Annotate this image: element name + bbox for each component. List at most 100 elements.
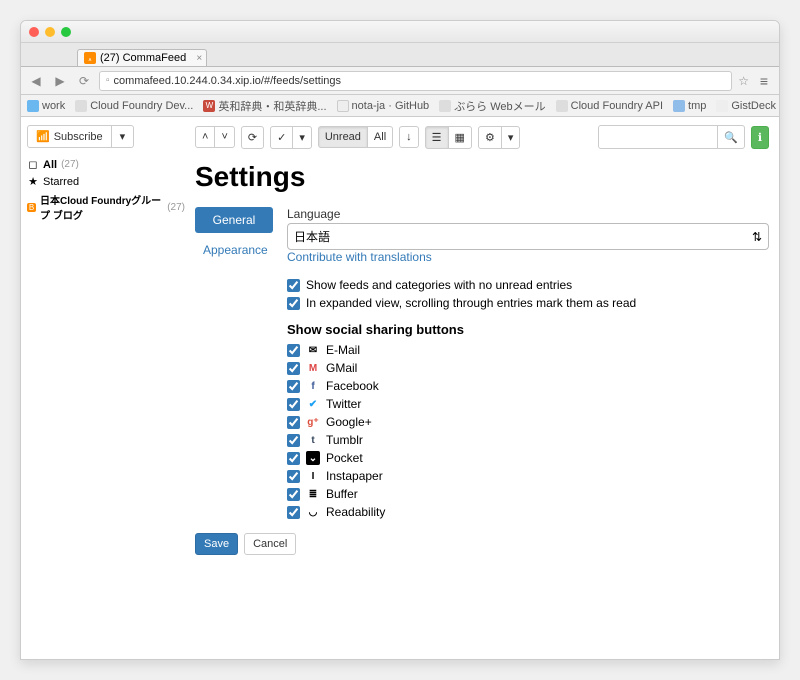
- view-grid-button[interactable]: ▦: [448, 126, 472, 149]
- rss-favicon-icon: ៱: [84, 52, 96, 64]
- toolbar: ˄ ˅ ⟳ ✓ ▾ Unread All ↓ ☰ ▦ ⚙: [195, 125, 769, 149]
- page-icon: ▫: [106, 75, 110, 86]
- language-select[interactable]: 日本語 ⇅: [287, 223, 769, 250]
- social-readability-checkbox[interactable]: [287, 506, 300, 519]
- buffer-icon: ≣: [306, 487, 320, 501]
- tab-title: (27) CommaFeed: [100, 52, 186, 64]
- address-row: ◀ ▶ ⟳ ▫ commafeed.10.244.0.34.xip.io/#/f…: [21, 67, 779, 95]
- close-tab-icon[interactable]: ×: [196, 53, 202, 64]
- social-buffer-checkbox[interactable]: [287, 488, 300, 501]
- bookmark-item[interactable]: work: [27, 100, 65, 112]
- search-input[interactable]: [598, 125, 718, 149]
- rss-icon: 📶: [36, 130, 50, 143]
- social-email-checkbox[interactable]: [287, 344, 300, 357]
- search-button[interactable]: 🔍: [717, 125, 745, 149]
- info-button[interactable]: ℹ: [751, 126, 769, 149]
- settings-panel: Language 日本語 ⇅ Contribute with translati…: [287, 207, 769, 555]
- subscribe-button[interactable]: 📶Subscribe: [27, 125, 112, 148]
- tumblr-icon: t: [306, 433, 320, 447]
- select-arrows-icon: ⇅: [752, 230, 762, 244]
- collapse-up-button[interactable]: ˄: [195, 126, 215, 148]
- browser-window: ៱ (27) CommaFeed × ◀ ▶ ⟳ ▫ commafeed.10.…: [20, 20, 780, 660]
- readability-icon: ◡: [306, 505, 320, 519]
- github-icon: [337, 100, 349, 112]
- bookmark-item[interactable]: W英和辞典・和英辞典...: [203, 98, 326, 114]
- page-icon: [556, 100, 568, 112]
- settings-tabs: General Appearance: [195, 207, 273, 555]
- twitter-icon: ✔: [306, 397, 320, 411]
- reload-icon[interactable]: ⟳: [75, 74, 93, 88]
- email-icon: ✉: [306, 343, 320, 357]
- settings-gear-button[interactable]: ⚙: [478, 126, 502, 149]
- browser-menu-icon[interactable]: ≡: [755, 73, 773, 89]
- bookmark-star-icon[interactable]: ☆: [738, 74, 749, 88]
- sidebar: 📶Subscribe ▾ ◻All(27) ★Starred B日本Cloud …: [21, 117, 191, 659]
- bookmark-item[interactable]: nota-ja · GitHub: [337, 100, 430, 112]
- traffic-lights: [29, 27, 71, 37]
- browser-tab[interactable]: ៱ (27) CommaFeed ×: [77, 49, 207, 66]
- app-content: 📶Subscribe ▾ ◻All(27) ★Starred B日本Cloud …: [21, 117, 779, 659]
- expanded-scroll-checkbox[interactable]: [287, 297, 300, 310]
- refresh-button[interactable]: ⟳: [241, 126, 264, 149]
- facebook-icon: f: [306, 379, 320, 393]
- view-list-button[interactable]: ☰: [425, 126, 449, 149]
- page-icon: [439, 100, 451, 112]
- subscribe-dropdown[interactable]: ▾: [111, 125, 135, 148]
- back-icon[interactable]: ◀: [27, 74, 45, 88]
- gmail-icon: M: [306, 361, 320, 375]
- page-icon: [716, 100, 728, 112]
- bookmark-item[interactable]: Cloud Foundry Dev...: [75, 100, 193, 112]
- save-button[interactable]: Save: [195, 533, 238, 555]
- bookmark-item[interactable]: tmp: [673, 100, 706, 112]
- tab-general[interactable]: General: [195, 207, 273, 233]
- googleplus-icon: g⁺: [306, 415, 320, 429]
- social-googleplus-checkbox[interactable]: [287, 416, 300, 429]
- settings-dropdown[interactable]: ▾: [501, 126, 521, 149]
- address-bar[interactable]: ▫ commafeed.10.244.0.34.xip.io/#/feeds/s…: [99, 71, 732, 91]
- feed-item[interactable]: B日本Cloud Foundryグループ ブログ(27): [27, 190, 185, 224]
- mark-read-dropdown[interactable]: ▾: [292, 126, 312, 149]
- page-title: Settings: [195, 161, 769, 193]
- instapaper-icon: I: [306, 469, 320, 483]
- show-feeds-checkbox[interactable]: [287, 279, 300, 292]
- pocket-icon: ⌄: [306, 451, 320, 465]
- social-facebook-checkbox[interactable]: [287, 380, 300, 393]
- contribute-link[interactable]: Contribute with translations: [287, 250, 432, 264]
- social-tumblr-checkbox[interactable]: [287, 434, 300, 447]
- expand-down-button[interactable]: ˅: [214, 126, 234, 148]
- mark-read-button[interactable]: ✓: [270, 126, 293, 149]
- sort-button[interactable]: ↓: [399, 126, 419, 148]
- titlebar: [21, 21, 779, 43]
- bookmark-item[interactable]: Cloud Foundry API: [556, 100, 663, 112]
- filter-unread-button[interactable]: Unread: [318, 126, 368, 148]
- social-twitter-checkbox[interactable]: [287, 398, 300, 411]
- social-pocket-checkbox[interactable]: [287, 452, 300, 465]
- bookmarks-bar: work Cloud Foundry Dev... W英和辞典・和英辞典... …: [21, 95, 779, 117]
- star-icon: ★: [27, 175, 39, 188]
- weblio-icon: W: [203, 100, 215, 112]
- feed-starred[interactable]: ★Starred: [27, 173, 185, 190]
- social-gmail-checkbox[interactable]: [287, 362, 300, 375]
- social-heading: Show social sharing buttons: [287, 322, 769, 337]
- browser-tabbar: ៱ (27) CommaFeed ×: [21, 43, 779, 67]
- bookmark-item[interactable]: GistDeck: [716, 100, 776, 112]
- url-text: commafeed.10.244.0.34.xip.io/#/feeds/set…: [114, 75, 341, 87]
- tab-appearance[interactable]: Appearance: [195, 237, 273, 263]
- bookmark-item[interactable]: ぶらら Webメール: [439, 98, 545, 114]
- zoom-window-icon[interactable]: [61, 27, 71, 37]
- blogger-icon: B: [27, 203, 36, 212]
- folder-icon: [27, 100, 39, 112]
- forward-icon[interactable]: ▶: [51, 74, 69, 88]
- subscribe-button-group: 📶Subscribe ▾: [27, 125, 134, 148]
- cancel-button[interactable]: Cancel: [244, 533, 296, 555]
- feed-list: ◻All(27) ★Starred B日本Cloud Foundryグループ ブ…: [27, 156, 185, 224]
- page-icon: [75, 100, 87, 112]
- main-panel: ˄ ˅ ⟳ ✓ ▾ Unread All ↓ ☰ ▦ ⚙: [191, 117, 779, 659]
- all-icon: ◻: [27, 158, 39, 171]
- language-label: Language: [287, 207, 769, 221]
- social-instapaper-checkbox[interactable]: [287, 470, 300, 483]
- feed-all[interactable]: ◻All(27): [27, 156, 185, 173]
- minimize-window-icon[interactable]: [45, 27, 55, 37]
- filter-all-button[interactable]: All: [367, 126, 393, 148]
- close-window-icon[interactable]: [29, 27, 39, 37]
